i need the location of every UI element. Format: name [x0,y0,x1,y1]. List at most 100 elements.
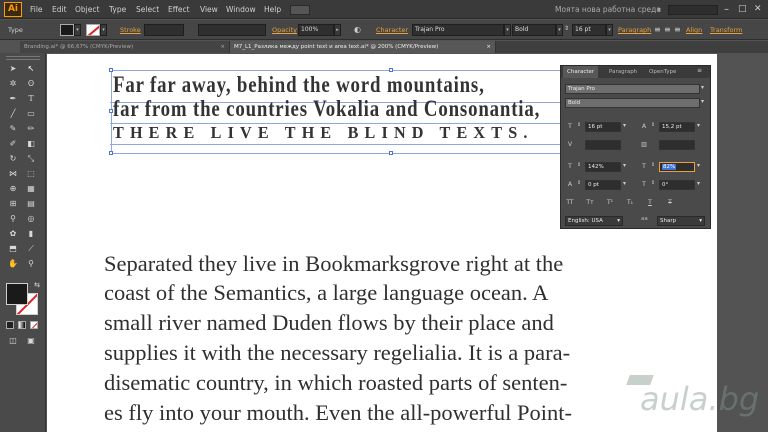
minimize-icon[interactable]: – [724,0,729,19]
paintbrush-tool-icon[interactable]: ✎ [6,123,20,135]
panel-font-size[interactable]: 16 pt [585,122,621,132]
rotate-tool-icon[interactable]: ↻ [6,153,20,165]
mesh-tool-icon[interactable]: ⊞ [6,198,20,210]
fill-dropdown-icon[interactable]: ▾ [74,24,81,36]
panel-horizontal-scale[interactable]: 82% [659,162,695,172]
body-line-4[interactable]: supplies it with the necessary regeliali… [104,340,570,366]
none-mode-icon[interactable] [30,321,38,329]
free-transform-tool-icon[interactable]: ⬚ [24,168,38,180]
panel-baseline-shift[interactable]: 0 pt [585,180,621,190]
all-caps-icon[interactable]: TT [565,198,575,208]
slice-tool-icon[interactable]: ⟋ [24,243,38,255]
gradient-mode-icon[interactable] [18,321,26,329]
font-family-dropdown-icon[interactable]: ▾ [701,84,704,91]
menu-help[interactable]: Help [264,0,281,19]
perspective-grid-tool-icon[interactable]: ▦ [24,183,38,195]
menu-type[interactable]: Type [109,0,126,19]
heading-line-2[interactable]: far from the countries Vokalia and Conso… [113,96,540,122]
align-left-icon[interactable]: ≡ [654,20,661,40]
panel-menu-icon[interactable]: ≡ [697,67,702,74]
strikethrough-icon[interactable]: T [665,198,675,208]
stroke-swatch[interactable] [86,24,100,36]
workspace-dropdown-icon[interactable]: ▾ [657,0,661,19]
opacity-link[interactable]: Opacity [272,20,297,40]
document-tab[interactable]: Branding.ai* @ 66,67% (CMYK/Preview) × [20,41,230,53]
zoom-tool-icon[interactable]: ⚲ [24,258,38,270]
gradient-tool-icon[interactable]: ▤ [24,198,38,210]
baseline-stepper-icon[interactable]: ⇕ [577,180,581,186]
horizontal-scale-dropdown-icon[interactable]: ▾ [697,162,700,169]
leading-dropdown-icon[interactable]: ▾ [697,122,700,129]
heading-line-1[interactable]: Far far away, behind the word mountains, [113,72,485,98]
close-tab-icon[interactable]: × [220,41,225,53]
variable-width-field[interactable] [198,24,266,36]
body-line-3[interactable]: small river named Duden flows by their p… [104,310,554,336]
selection-tool-icon[interactable]: ➤ [6,63,20,75]
pencil-tool-icon[interactable]: ✏ [24,123,38,135]
menu-effect[interactable]: Effect [168,0,190,19]
menu-object[interactable]: Object [75,0,99,19]
direct-selection-tool-icon[interactable]: ↖ [24,63,38,75]
align-right-icon[interactable]: ≡ [674,20,681,40]
magic-wand-tool-icon[interactable]: ✲ [6,78,20,90]
close-icon[interactable]: ✕ [754,0,762,19]
line-tool-icon[interactable]: ╱ [6,108,20,120]
body-line-1[interactable]: Separated they live in Bookmarksgrove ri… [104,251,563,277]
body-line-6[interactable]: es fly into your mouth. Even the all-pow… [104,400,572,426]
tab-paragraph[interactable]: Paragraph [605,66,641,78]
size-stepper-icon[interactable]: ⇕ [577,122,581,128]
menu-edit[interactable]: Edit [52,0,67,19]
shape-builder-tool-icon[interactable]: ⊕ [6,183,20,195]
font-style-dropdown-icon[interactable]: ▾ [556,24,563,36]
font-style-field[interactable]: Bold [512,24,556,36]
menu-file[interactable]: File [30,0,43,19]
baseline-dropdown-icon[interactable]: ▾ [623,180,626,187]
horizontal-scale-stepper-icon[interactable]: ⇕ [651,162,655,168]
search-field[interactable] [668,5,718,15]
rotation-dropdown-icon[interactable]: ▾ [697,180,700,187]
menu-view[interactable]: View [200,0,218,19]
panel-antialias[interactable]: Sharp ▾ [657,216,705,226]
pen-tool-icon[interactable]: ✒ [6,93,20,105]
size-dropdown-icon[interactable]: ▾ [623,122,626,129]
selection-handle[interactable] [109,151,113,155]
artboard-tool-icon[interactable]: ⬒ [6,243,20,255]
subscript-icon[interactable]: T₁ [625,198,635,208]
document-tab-active[interactable]: M7_L1_Разлика между point text и area te… [230,41,496,53]
panel-font-style[interactable]: Bold [565,98,700,108]
underline-icon[interactable]: T [645,198,655,208]
font-size-dropdown-icon[interactable]: ▾ [606,24,613,36]
stroke-weight-field[interactable] [144,24,184,36]
recolor-icon[interactable]: ◐ [354,20,361,40]
close-tab-icon[interactable]: × [486,41,491,53]
fill-swatch[interactable] [60,24,74,36]
fill-color-box[interactable] [6,283,28,305]
align-center-icon[interactable]: ≡ [664,20,671,40]
body-line-5[interactable]: disematic country, in which roasted part… [104,370,567,396]
eraser-tool-icon[interactable]: ◧ [24,138,38,150]
body-line-2[interactable]: coast of the Semantics, a large language… [104,280,548,306]
vertical-scale-dropdown-icon[interactable]: ▾ [623,162,626,169]
stroke-dropdown-icon[interactable]: ▾ [100,24,107,36]
heading-line-3[interactable]: there live the blind texts. [113,121,534,145]
maximize-icon[interactable]: □ [738,0,747,19]
screen-mode-icon[interactable]: ▣ [24,335,38,347]
rotation-stepper-icon[interactable]: ⇕ [651,180,655,186]
swap-fill-stroke-icon[interactable]: ⇆ [30,279,44,291]
panel-leading[interactable]: 15,2 pt [659,122,695,132]
character-link[interactable]: Character [376,20,408,40]
vertical-scale-stepper-icon[interactable]: ⇕ [577,162,581,168]
small-caps-icon[interactable]: Tт [585,198,595,208]
workspace-switcher[interactable]: Моята нова работна среда [555,0,661,19]
font-family-field[interactable]: Trajan Pro [412,24,504,36]
panel-tracking[interactable] [659,140,695,150]
blend-tool-icon[interactable]: ◎ [24,213,38,225]
color-mode-icon[interactable] [6,321,14,329]
tab-character[interactable]: Character [563,66,599,78]
lasso-tool-icon[interactable]: ʘ [24,78,38,90]
symbol-sprayer-tool-icon[interactable]: ✿ [6,228,20,240]
font-family-dropdown-icon[interactable]: ▾ [504,24,511,36]
menu-select[interactable]: Select [136,0,159,19]
selection-handle[interactable] [389,151,393,155]
transform-link[interactable]: Transform [710,20,742,40]
